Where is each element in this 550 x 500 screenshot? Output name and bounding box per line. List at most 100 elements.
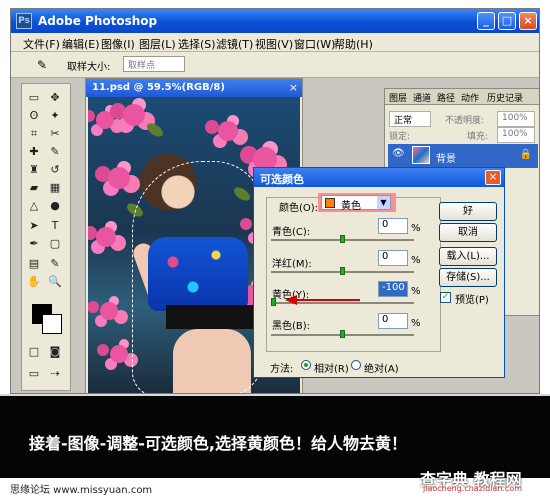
preview-checkbox[interactable]: ✓ xyxy=(440,292,451,303)
document-title: 11.psd @ 59.5%(RGB/8) xyxy=(86,79,302,97)
flower-cluster xyxy=(100,302,118,320)
magic-wand-icon[interactable]: ✦ xyxy=(46,108,64,124)
cyan-label: 青色(C): xyxy=(272,227,311,238)
menu-select[interactable]: 选择(S) xyxy=(178,36,216,52)
layer-row[interactable]: 👁 背景 🔒 xyxy=(388,144,538,168)
selection-outline xyxy=(132,161,264,393)
photoshop-icon: Ps xyxy=(16,13,32,29)
flower-cluster xyxy=(218,121,238,141)
magenta-unit: % xyxy=(411,255,421,266)
move-tool-icon[interactable]: ✥ xyxy=(46,90,64,106)
pen-tool-icon[interactable]: ✒ xyxy=(25,236,43,252)
quickmask-mode-icon[interactable]: ◙ xyxy=(46,344,64,360)
standard-mode-icon[interactable]: □ xyxy=(25,344,43,360)
tab-paths[interactable]: 路径 xyxy=(437,91,455,104)
blur-tool-icon[interactable]: △ xyxy=(25,198,43,214)
eyedropper-icon[interactable]: ✎ xyxy=(37,58,47,72)
color-select-value: 黄色 xyxy=(341,201,361,212)
yellow-swatch xyxy=(325,198,335,208)
yellow-unit: % xyxy=(411,286,421,297)
cyan-unit: % xyxy=(411,223,421,234)
document-close-icon[interactable]: × xyxy=(289,81,298,94)
shape-tool-icon[interactable]: ▢ xyxy=(46,236,64,252)
dodge-tool-icon[interactable]: ● xyxy=(46,198,64,214)
save-button[interactable]: 存储(S)... xyxy=(439,268,497,287)
healing-brush-icon[interactable]: ✚ xyxy=(25,144,43,160)
color-select[interactable]: 黄色 ▼ xyxy=(321,195,391,212)
red-arrow-line xyxy=(294,299,360,301)
black-unit: % xyxy=(411,318,421,329)
eraser-tool-icon[interactable]: ▰ xyxy=(25,180,43,196)
eyedropper-tool-icon[interactable]: ✎ xyxy=(46,256,64,272)
method-absolute-radio[interactable] xyxy=(351,360,361,370)
flower-cluster xyxy=(96,227,116,247)
chevron-down-icon[interactable]: ▼ xyxy=(377,196,390,209)
magenta-input[interactable]: 0 xyxy=(378,250,408,266)
eye-icon[interactable]: 👁 xyxy=(392,148,405,160)
opacity-input[interactable]: 100% xyxy=(497,111,535,127)
sample-size-label: 取样大小: xyxy=(67,62,111,73)
black-slider-thumb[interactable] xyxy=(340,330,345,338)
magenta-label: 洋红(M): xyxy=(272,259,312,270)
cancel-button[interactable]: 取消 xyxy=(439,223,497,242)
fill-input[interactable]: 100% xyxy=(497,127,535,143)
tab-channels[interactable]: 通道 xyxy=(413,91,431,104)
yellow-input[interactable]: -100 xyxy=(378,281,408,297)
slice-tool-icon[interactable]: ✂ xyxy=(46,126,64,142)
load-button[interactable]: 载入(L)... xyxy=(439,247,497,266)
menu-view[interactable]: 视图(V) xyxy=(255,36,293,52)
minimize-button[interactable]: _ xyxy=(477,12,495,30)
close-button[interactable]: × xyxy=(519,12,537,30)
notes-tool-icon[interactable]: ▤ xyxy=(25,256,43,272)
crop-tool-icon[interactable]: ⌗ xyxy=(25,126,43,142)
stamp-tool-icon[interactable]: ♜ xyxy=(25,162,43,178)
dialog-title: 可选颜色 xyxy=(254,168,504,187)
menu-layer[interactable]: 图层(L) xyxy=(139,36,176,52)
window-title: Adobe Photoshop xyxy=(38,14,158,28)
background-color[interactable] xyxy=(42,314,62,334)
leaf-shape xyxy=(144,120,166,140)
opacity-label: 不透明度: xyxy=(445,116,485,126)
lock-icon: 🔒 xyxy=(519,149,532,160)
menu-file[interactable]: 文件(F) xyxy=(23,36,60,52)
cyan-slider-thumb[interactable] xyxy=(340,235,345,243)
maximize-button[interactable]: □ xyxy=(498,12,516,30)
method-relative-label: 相对(R) xyxy=(314,364,349,375)
sample-size-select[interactable]: 取样点 xyxy=(123,56,185,72)
yellow-slider-thumb[interactable] xyxy=(271,298,276,306)
cyan-input[interactable]: 0 xyxy=(378,218,408,234)
type-tool-icon[interactable]: T xyxy=(46,218,64,234)
tab-layers[interactable]: 图层 xyxy=(389,91,407,104)
menu-bar: 文件(F) 编辑(E) 图像(I) 图层(L) 选择(S) 滤镜(T) 视图(V… xyxy=(11,33,539,52)
gradient-tool-icon[interactable]: ▦ xyxy=(46,180,64,196)
blend-mode-select[interactable]: 正常 xyxy=(389,111,431,127)
color-label: 颜色(O): xyxy=(279,203,319,214)
layer-name: 背景 xyxy=(436,154,456,165)
menu-edit[interactable]: 编辑(E) xyxy=(62,36,100,52)
ok-button[interactable]: 好 xyxy=(439,202,497,221)
screen-mode-icon[interactable]: ▭ xyxy=(25,366,43,382)
menu-image[interactable]: 图像(I) xyxy=(101,36,135,52)
radio-selected-dot xyxy=(304,363,308,367)
hand-tool-icon[interactable]: ✋ xyxy=(25,274,43,290)
dialog-close-button[interactable]: × xyxy=(485,170,501,185)
method-label: 方法: xyxy=(270,364,294,375)
magenta-slider-thumb[interactable] xyxy=(340,267,345,275)
history-brush-icon[interactable]: ↺ xyxy=(46,162,64,178)
lock-label: 锁定: xyxy=(389,132,411,142)
marquee-tool-icon[interactable]: ▭ xyxy=(25,90,43,106)
zoom-tool-icon[interactable]: 🔍 xyxy=(46,274,64,290)
menu-filter[interactable]: 滤镜(T) xyxy=(216,36,253,52)
brush-tool-icon[interactable]: ✎ xyxy=(46,144,64,160)
menu-window[interactable]: 窗口(W) xyxy=(294,36,335,52)
tab-actions[interactable]: 动作 xyxy=(461,91,479,104)
tab-history[interactable]: 历史记录 xyxy=(487,91,523,104)
tools-panel: ▭ ✥ ʘ ✦ ⌗ ✂ ✚ ✎ ♜ ↺ ▰ ▦ △ ● ➤ T ✒ ▢ ▤ ✎ … xyxy=(21,83,71,391)
right-watermark-sub: jiaocheng.chazidian.com xyxy=(423,484,523,493)
caption-text: 接着-图像-调整-可选颜色,选择黄颜色！给人物去黄！ xyxy=(29,434,408,453)
black-input[interactable]: 0 xyxy=(378,313,408,329)
jump-to-imageready-icon[interactable]: ⇢ xyxy=(46,366,64,382)
path-select-icon[interactable]: ➤ xyxy=(25,218,43,234)
lasso-tool-icon[interactable]: ʘ xyxy=(25,108,43,124)
menu-help[interactable]: 帮助(H) xyxy=(334,36,373,52)
